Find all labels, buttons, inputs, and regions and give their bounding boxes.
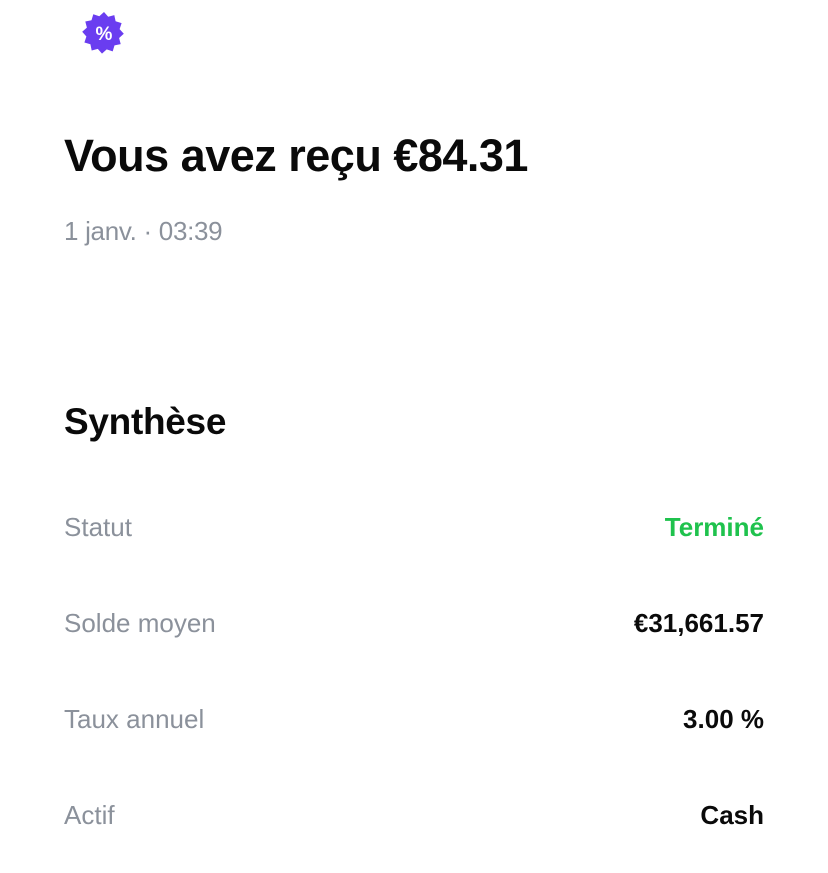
transaction-timestamp: 1 janv. · 03:39 — [64, 216, 223, 246]
asset-value: Cash — [700, 799, 764, 830]
percent-glyph: % — [96, 24, 113, 45]
summary-row-asset: Actif Cash — [64, 795, 764, 835]
summary-section-title: Synthèse — [64, 401, 227, 442]
average-balance-value: €31,661.57 — [633, 607, 764, 638]
page-title: Vous avez reçu €84.31 — [64, 130, 528, 181]
average-balance-label: Solde moyen — [64, 607, 216, 638]
percent-badge-icon: % — [81, 10, 127, 56]
summary-row-annual-rate: Taux annuel 3.00 % — [64, 699, 764, 739]
status-label: Statut — [64, 511, 132, 542]
status-value: Terminé — [664, 511, 764, 542]
annual-rate-value: 3.00 % — [683, 703, 764, 734]
summary-row-status: Statut Terminé — [64, 507, 764, 547]
summary-row-average-balance: Solde moyen €31,661.57 — [64, 603, 764, 643]
annual-rate-label: Taux annuel — [64, 703, 205, 734]
asset-label: Actif — [64, 799, 115, 830]
